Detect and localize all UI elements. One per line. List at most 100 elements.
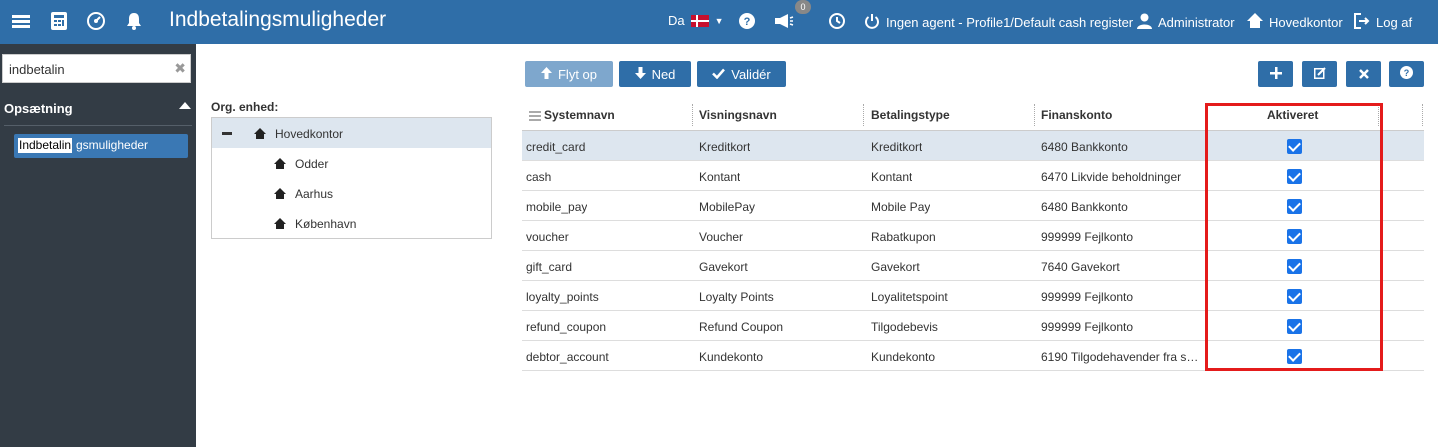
down-button[interactable]: Ned (619, 61, 691, 87)
tree-node-label: Aarhus (295, 187, 334, 201)
section-header[interactable]: Opsætning (4, 101, 73, 116)
cell-system-name: loyalty_points (526, 290, 599, 304)
megaphone-icon[interactable] (774, 13, 794, 29)
help-icon[interactable]: ? (739, 13, 755, 29)
cell-account: 999999 Fejlkonto (1041, 230, 1134, 244)
user-label: Administrator (1158, 15, 1235, 30)
notification-badge: 0 (795, 0, 811, 14)
cell-display-name: Voucher (699, 230, 744, 244)
search-input[interactable] (9, 60, 169, 78)
sidebar-item-payment-options[interactable]: Indbetalin gsmuligheder (14, 134, 188, 158)
cell-payment-type: Rabatkupon (871, 230, 936, 244)
cell-system-name: credit_card (526, 140, 586, 154)
clear-icon[interactable]: ✖ (174, 60, 186, 77)
column-header-payment-type[interactable]: Betalingstype (871, 108, 950, 122)
user-icon (1137, 13, 1152, 32)
list-icon[interactable] (529, 110, 541, 124)
column-header-system-name[interactable]: Systemnavn (544, 108, 615, 122)
language-selector[interactable]: Da ▼ (668, 13, 724, 28)
tree-node-label: København (295, 217, 357, 231)
cell-system-name: voucher (526, 230, 569, 244)
column-header-display-name[interactable]: Visningsnavn (699, 108, 777, 122)
collapse-icon[interactable] (222, 132, 232, 135)
column-separator[interactable] (1422, 104, 1423, 126)
search-match-highlight: Indbetalin (18, 138, 73, 153)
store-label: Hovedkontor (1269, 14, 1343, 30)
check-icon (712, 67, 726, 82)
clock-icon[interactable] (829, 13, 845, 29)
delete-button[interactable] (1346, 61, 1381, 87)
arrow-down-icon (634, 66, 646, 82)
cell-display-name: Kontant (699, 170, 741, 184)
help-icon: ? (1400, 66, 1413, 82)
cell-display-name: Loyalty Points (699, 290, 774, 304)
logout-button[interactable]: Log af (1354, 13, 1412, 32)
cell-account: 999999 Fejlkonto (1041, 290, 1134, 304)
column-separator[interactable] (863, 104, 864, 126)
org-tree: Hovedkontor Odder Aarhus København (211, 117, 492, 239)
cell-system-name: mobile_pay (526, 200, 588, 214)
cell-payment-type: Loyalitetspoint (871, 290, 948, 304)
cell-payment-type: Kundekonto (871, 350, 936, 364)
logout-icon (1354, 13, 1370, 32)
cell-system-name: debtor_account (526, 350, 609, 364)
danish-flag-icon (690, 14, 709, 27)
agent-status-label: Ingen agent - Profile1/Default cash regi… (886, 15, 1134, 30)
menu-icon[interactable] (10, 10, 32, 32)
search-box: ✖ (2, 54, 191, 83)
cell-display-name: Kundekonto (699, 350, 764, 364)
tree-node-child[interactable]: Aarhus (212, 179, 491, 209)
language-label: Da (668, 13, 685, 28)
move-up-label: Flyt op (557, 66, 597, 82)
add-button[interactable] (1258, 61, 1293, 87)
cell-account: 6470 Likvide beholdninger (1041, 170, 1182, 184)
home-icon (254, 128, 266, 139)
store-menu[interactable]: Hovedkontor (1247, 13, 1343, 31)
sidebar-item-label: gsmuligheder (76, 138, 149, 152)
dashboard-icon[interactable] (85, 10, 107, 32)
collapse-caret-icon[interactable] (179, 102, 191, 109)
edit-icon (1313, 66, 1326, 82)
user-menu[interactable]: Administrator (1137, 13, 1235, 32)
help-button[interactable]: ? (1389, 61, 1424, 87)
agent-status[interactable]: Ingen agent - Profile1/Default cash regi… (864, 13, 1133, 32)
home-icon (274, 158, 286, 169)
org-unit-label: Org. enhed: (211, 100, 279, 114)
down-label: Ned (651, 66, 676, 82)
cell-payment-type: Kreditkort (871, 140, 923, 154)
edit-button[interactable] (1302, 61, 1337, 87)
highlight-box (1205, 103, 1383, 371)
arrow-up-icon (540, 66, 552, 82)
caret-down-icon: ▼ (714, 15, 724, 26)
column-separator[interactable] (1034, 104, 1035, 126)
cell-payment-type: Tilgodebevis (871, 320, 938, 334)
column-header-account[interactable]: Finanskonto (1041, 108, 1112, 122)
tree-node-child[interactable]: Odder (212, 149, 491, 179)
sidebar: ✖ Opsætning Indbetalin gsmuligheder (0, 44, 196, 447)
cell-account: 999999 Fejlkonto (1041, 320, 1134, 334)
tree-node-child[interactable]: København (212, 209, 491, 239)
tree-node-label: Odder (295, 157, 329, 171)
validate-label: Validér (731, 66, 771, 82)
home-icon (274, 218, 286, 229)
cell-payment-type: Kontant (871, 170, 913, 184)
cell-account: 6190 Tilgodehavender fra s… (1041, 350, 1199, 364)
cell-system-name: refund_coupon (526, 320, 607, 334)
cell-account: 6480 Bankkonto (1041, 200, 1128, 214)
move-up-button[interactable]: Flyt op (525, 61, 613, 87)
top-bar: Indbetalingsmuligheder Da ▼ ? 0 Ingen ag… (0, 0, 1438, 44)
tree-node-label: Hovedkontor (275, 127, 344, 141)
cell-payment-type: Mobile Pay (871, 200, 931, 214)
validate-button[interactable]: Validér (697, 61, 786, 87)
power-icon (864, 13, 880, 32)
bell-icon[interactable] (123, 10, 145, 32)
calculator-icon[interactable] (48, 10, 70, 32)
svg-text:?: ? (744, 16, 751, 28)
cell-account: 7640 Gavekort (1041, 260, 1120, 274)
add-icon (1269, 66, 1282, 82)
cell-display-name: Gavekort (699, 260, 748, 274)
cell-display-name: Refund Coupon (699, 320, 784, 334)
column-separator[interactable] (692, 104, 693, 126)
tree-node-root[interactable]: Hovedkontor (212, 118, 491, 148)
cell-display-name: MobilePay (699, 200, 756, 214)
